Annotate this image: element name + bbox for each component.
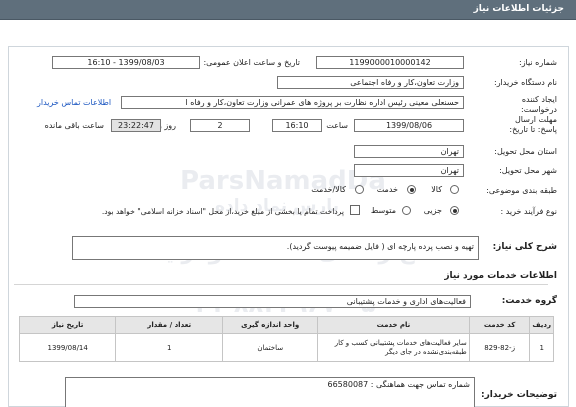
remaining-label: ساعت باقی مانده [44,121,104,130]
category-radio-goods-service[interactable] [355,185,364,194]
cell-unit: ساختمان [222,333,319,362]
services-section-title: اطلاعات خدمات مورد نیاز [444,271,557,281]
service-group-field: فعالیت‌های اداری و خدمات پشتیبانی [74,295,471,308]
cell-row: 1 [529,333,554,362]
section-divider [14,284,548,285]
col-code: کد خدمت [468,316,531,334]
page-title: جزئیات اطلاعات نیاز [473,4,564,14]
buyer-label: نام دستگاه خریدار: [494,78,557,87]
creator-label: ایجاد کننده درخواست: [521,95,557,114]
buyer-notes-field: شماره تماس جهت هماهنگی : 66580087 [65,377,475,407]
need-number-label: شماره نیاز: [519,58,557,67]
col-row: ردیف [529,316,554,334]
process-option-medium: متوسط [370,206,396,215]
remaining-time-field: 23:22:47 [111,119,161,132]
category-radio-goods[interactable] [450,185,459,194]
announce-label: تاریخ و ساعت اعلان عمومی: [203,58,300,67]
cell-name: سایر فعالیت‌های خدمات پشتیبانی کسب و کار… [317,333,470,362]
process-radio-minor[interactable] [450,206,459,215]
province-label: استان محل تحویل: [494,147,557,156]
services-table: ردیف کد خدمت نام خدمت واحد اندازه گیری ت… [18,316,554,362]
buyer-notes-label: توضیحات خریدار: [481,390,557,400]
col-qty: تعداد / مقدار [115,316,224,334]
category-option-goods: کالا [431,185,442,194]
service-group-label: گروه خدمت: [501,296,557,306]
cell-date: 1399/08/14 [18,333,117,362]
need-number-field: 1199000010000142 [316,56,464,69]
category-option-service: خدمت [376,185,398,194]
deadline-time-field: 16:10 [272,119,322,132]
process-label: نوع فرآیند خرید : [500,207,557,216]
category-option-goods-service: کالا/خدمت [311,185,346,194]
col-date: تاریخ نیاز [18,316,117,334]
deadline-date-field: 1399/08/06 [354,119,464,132]
col-unit: واحد اندازه گیری [222,316,319,334]
city-field: تهران [354,164,464,177]
category-label: طبقه بندی موضوعی: [486,186,557,195]
buyer-contact-link[interactable]: اطلاعات تماس خریدار [37,98,111,107]
title-bar: جزئیات اطلاعات نیاز [0,0,576,20]
cell-code: ز-82-829 [468,333,531,362]
cell-qty: 1 [115,333,224,362]
buyer-field: وزارت تعاون،کار و رفاه اجتماعی [277,76,464,89]
province-field: تهران [354,145,464,158]
process-radio-medium[interactable] [402,206,411,215]
process-option-minor: جزیی [423,206,442,215]
col-name: نام خدمت [317,316,470,334]
city-label: شهر محل تحویل: [499,166,557,175]
table-row: 1 ز-82-829 سایر فعالیت‌های خدمات پشتیبان… [18,333,554,362]
days-field: 2 [190,119,250,132]
creator-field: حسنعلی معینی رئیس اداره نظارت بر پروژه ه… [121,96,464,109]
summary-label: شرح کلی نیاز: [492,242,557,252]
announce-field: 1399/08/03 - 16:10 [52,56,200,69]
category-radio-service[interactable] [407,185,416,194]
deadline-time-label: ساعت [326,121,348,130]
treasury-note: پرداخت تمام یا بخشی از مبلغ خرید،از محل … [101,207,344,216]
deadline-label: مهلت ارسال پاسخ: تا تاریخ: [509,115,557,134]
table-header-row: ردیف کد خدمت نام خدمت واحد اندازه گیری ت… [18,316,554,334]
treasury-checkbox[interactable] [350,205,360,215]
summary-field: تهیه و نصب پرده پارچه ای ( فایل ضمیمه پی… [72,236,479,260]
